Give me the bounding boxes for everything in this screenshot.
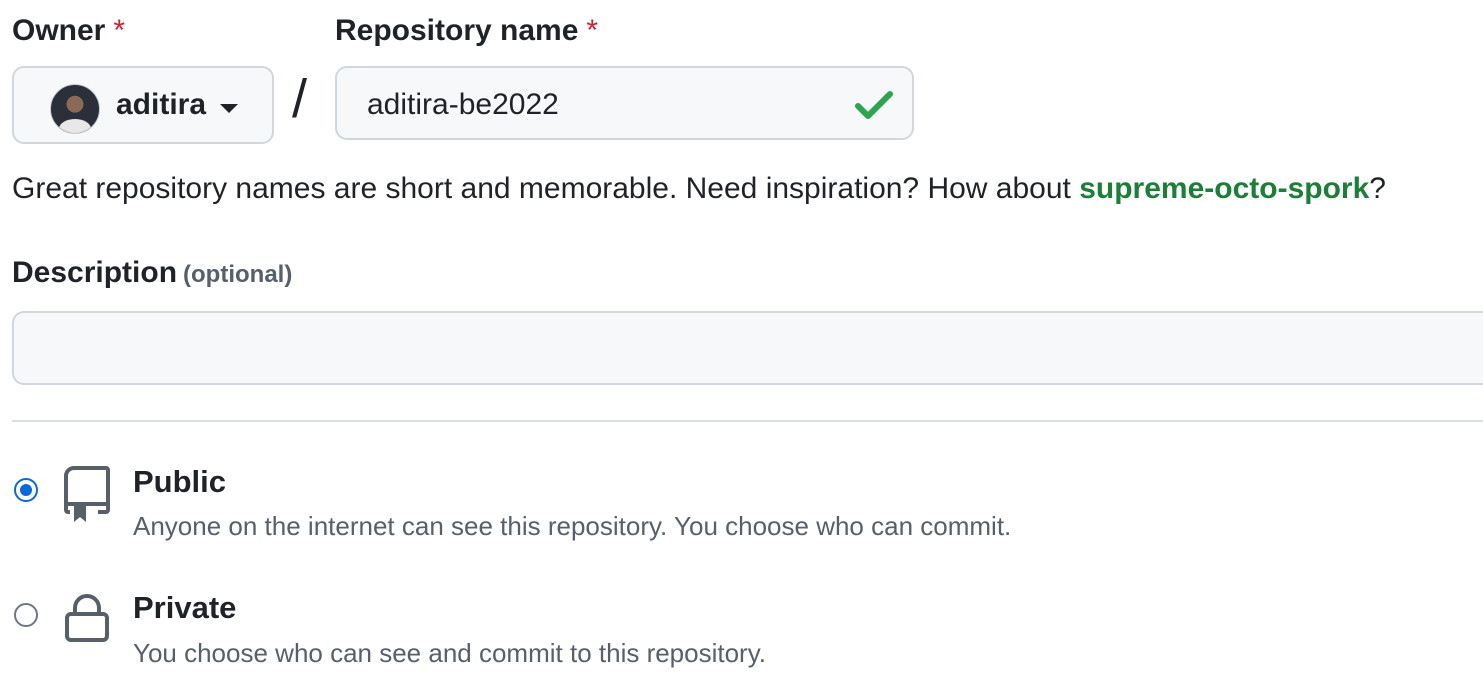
create-repository-form: Owner * Repository name * aditira / aditir… <box>0 0 1483 676</box>
visibility-private-description: You choose who can see and commit to thi… <box>133 638 767 668</box>
hint-text: Great repository names are short and mem… <box>12 172 1080 205</box>
description-optional-text: (optional) <box>183 261 293 288</box>
owner-label: Owner * <box>12 14 125 48</box>
visibility-public-radio[interactable] <box>14 478 38 502</box>
user-avatar <box>50 84 100 134</box>
visibility-public-title: Public <box>133 464 227 499</box>
caret-down-icon <box>220 104 238 113</box>
suggested-name-link[interactable]: supreme-octo-spork <box>1079 172 1369 205</box>
visibility-private-radio[interactable] <box>14 603 38 627</box>
repository-name-input[interactable]: aditira-be2022 <box>335 66 914 140</box>
repository-name-label: Repository name * <box>335 14 598 48</box>
owner-repo-separator: / <box>292 69 308 129</box>
description-label-text: Description <box>12 256 178 289</box>
owner-label-text: Owner <box>12 14 106 47</box>
lock-icon <box>65 594 109 642</box>
visibility-private-title: Private <box>133 590 237 625</box>
hint-suffix: ? <box>1369 172 1386 205</box>
repo-icon <box>64 466 110 522</box>
section-divider <box>12 420 1483 422</box>
owner-username: aditira <box>116 88 207 121</box>
repository-name-hint: Great repository names are short and mem… <box>12 172 1386 206</box>
owner-required-mark: * <box>113 14 126 47</box>
check-icon <box>855 91 893 119</box>
visibility-public-description: Anyone on the internet can see this repo… <box>133 511 1012 541</box>
description-label: Description (optional) <box>12 256 292 290</box>
repository-required-mark: * <box>586 14 599 47</box>
description-input[interactable] <box>12 311 1483 385</box>
owner-dropdown-button[interactable]: aditira <box>12 66 274 144</box>
repository-name-value: aditira-be2022 <box>367 88 559 121</box>
repository-name-label-text: Repository name <box>335 14 579 47</box>
